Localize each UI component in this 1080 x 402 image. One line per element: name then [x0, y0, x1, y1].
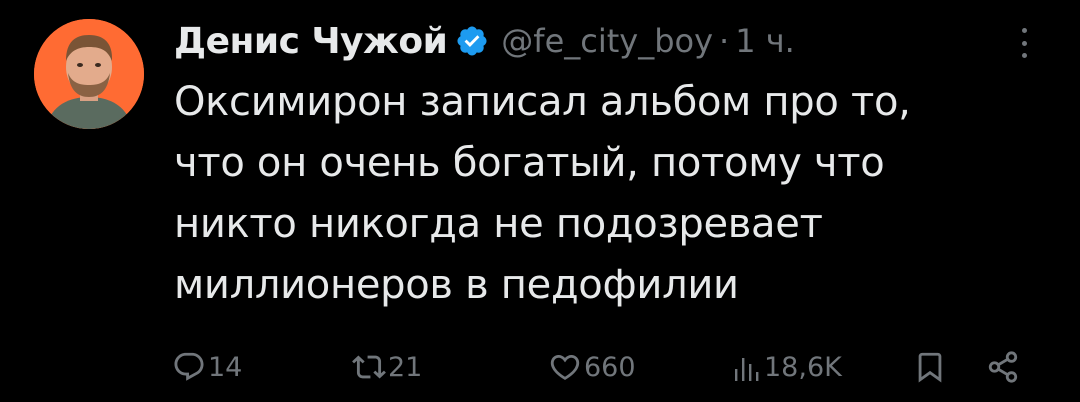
- repost-count: 21: [388, 351, 423, 383]
- views-bar-chart-icon: [732, 350, 762, 384]
- tweet-line: миллионеров в педофилии: [174, 262, 739, 308]
- tweet-line: Оксимирон записал альбом про то,: [174, 79, 911, 125]
- reply-icon: [172, 350, 206, 384]
- tweet-line: что он очень богатый, потому что: [174, 140, 885, 186]
- repost-icon: [352, 350, 386, 384]
- views-button[interactable]: 18,6K: [732, 345, 842, 389]
- more-options-icon[interactable]: [1014, 28, 1034, 58]
- tweet-header: Денис Чужой @fe_city_boy · 1 ч.: [174, 12, 795, 70]
- views-count: 18,6K: [764, 351, 842, 383]
- tweet-line: никто никогда не подозревает: [174, 201, 823, 247]
- like-count: 660: [584, 351, 636, 383]
- verified-badge-icon: [455, 24, 489, 58]
- reply-button[interactable]: 14: [172, 345, 242, 389]
- tweet-text: Оксимирон записал альбом про то, что он …: [174, 72, 1034, 316]
- heart-icon: [548, 350, 582, 384]
- bookmark-button[interactable]: [913, 345, 947, 389]
- timestamp[interactable]: 1 ч.: [735, 22, 795, 60]
- bookmark-icon: [913, 350, 947, 384]
- share-button[interactable]: [986, 345, 1020, 389]
- avatar-portrait: [34, 19, 144, 129]
- avatar[interactable]: [34, 19, 144, 129]
- repost-button[interactable]: 21: [352, 345, 422, 389]
- author-name[interactable]: Денис Чужой: [174, 21, 448, 62]
- author-handle[interactable]: @fe_city_boy: [501, 22, 713, 60]
- like-button[interactable]: 660: [548, 345, 636, 389]
- reply-count: 14: [208, 351, 243, 383]
- action-bar: 14 21 660 18,6K: [0, 345, 1080, 389]
- share-icon: [986, 350, 1020, 384]
- separator-dot: ·: [719, 22, 730, 60]
